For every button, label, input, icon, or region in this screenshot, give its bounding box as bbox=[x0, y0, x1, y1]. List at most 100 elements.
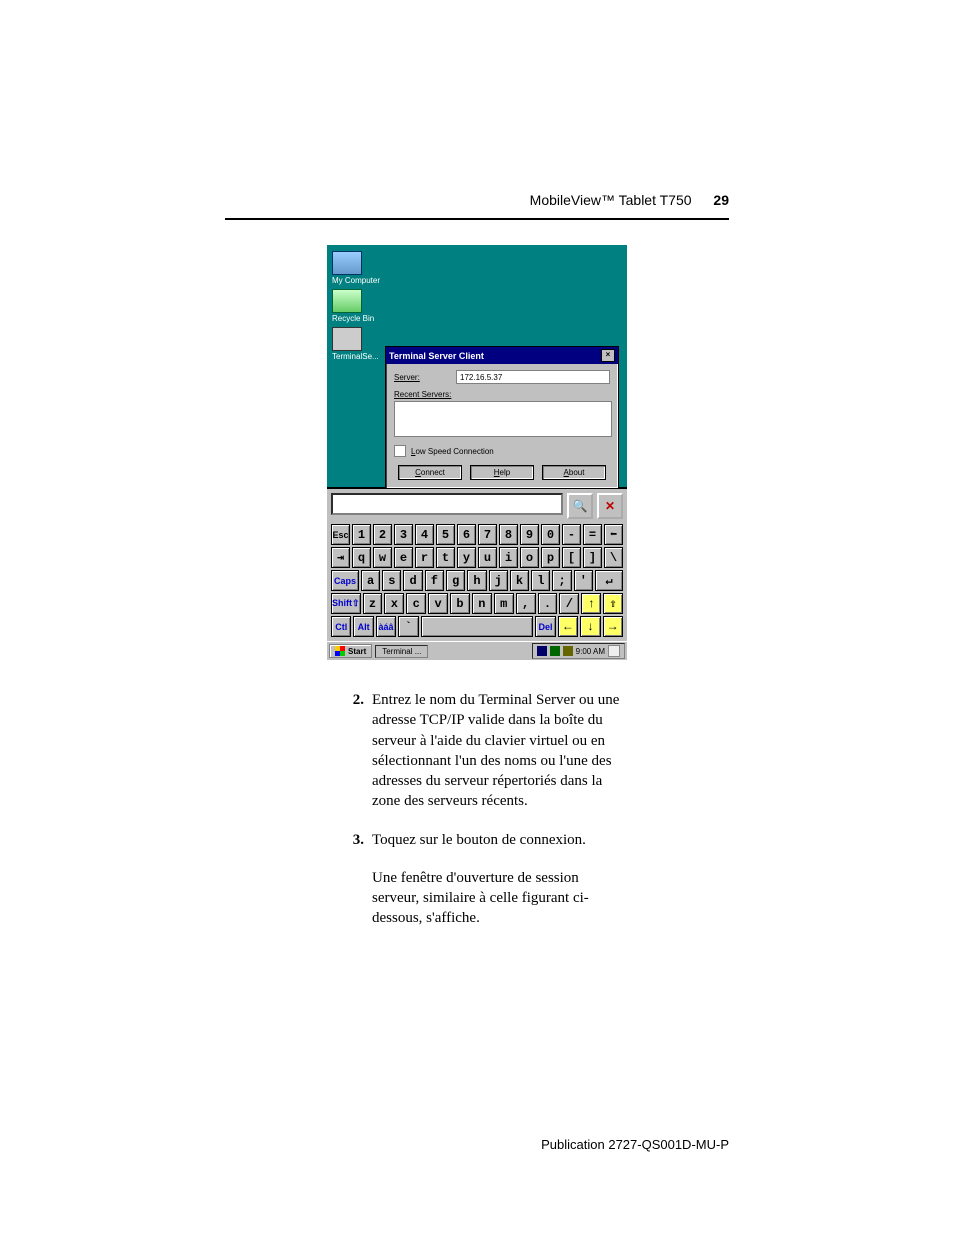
desktop-icon[interactable] bbox=[608, 645, 620, 657]
key-t[interactable]: t bbox=[436, 547, 455, 568]
recycle-bin-label: Recycle Bin bbox=[332, 314, 374, 323]
key-x[interactable]: x bbox=[384, 593, 404, 614]
key-del[interactable]: Del bbox=[535, 616, 555, 637]
key-8[interactable]: 8 bbox=[499, 524, 518, 545]
key-ctrl[interactable]: Ctl bbox=[331, 616, 351, 637]
window-body: Server: Recent Servers: Low Speed Connec… bbox=[386, 364, 618, 488]
key-equals[interactable]: = bbox=[583, 524, 602, 545]
recent-servers-list[interactable] bbox=[394, 401, 612, 437]
server-input[interactable] bbox=[456, 370, 610, 384]
close-button[interactable]: × bbox=[601, 349, 615, 362]
key-4[interactable]: 4 bbox=[415, 524, 434, 545]
key-left-arrow[interactable]: ← bbox=[558, 616, 578, 637]
key-space[interactable] bbox=[421, 616, 534, 637]
key-9[interactable]: 9 bbox=[520, 524, 539, 545]
windows-logo-icon bbox=[335, 646, 345, 656]
key-accents[interactable]: àáâ bbox=[376, 616, 396, 637]
key-1[interactable]: 1 bbox=[352, 524, 371, 545]
key-esc[interactable]: Esc bbox=[331, 524, 350, 545]
key-k[interactable]: k bbox=[510, 570, 529, 591]
key-i[interactable]: i bbox=[499, 547, 518, 568]
tray-icon-2[interactable] bbox=[550, 646, 560, 656]
connect-button[interactable]: Connect bbox=[398, 465, 462, 480]
about-button[interactable]: About bbox=[542, 465, 606, 480]
magnify-icon[interactable]: 🔍 bbox=[567, 493, 593, 519]
recycle-bin-icon[interactable]: Recycle Bin bbox=[327, 289, 412, 323]
start-button[interactable]: Start bbox=[329, 644, 372, 658]
key-2[interactable]: 2 bbox=[373, 524, 392, 545]
clock: 9:00 AM bbox=[576, 647, 605, 656]
key-z[interactable]: z bbox=[363, 593, 383, 614]
key-u[interactable]: u bbox=[478, 547, 497, 568]
key-f[interactable]: f bbox=[425, 570, 444, 591]
start-label: Start bbox=[348, 647, 366, 656]
key-shift[interactable]: Shift⇧ bbox=[331, 593, 361, 614]
key-s[interactable]: s bbox=[382, 570, 401, 591]
help-button[interactable]: Help bbox=[470, 465, 534, 480]
key-a[interactable]: a bbox=[361, 570, 380, 591]
low-speed-row[interactable]: Low Speed Connection bbox=[394, 445, 610, 457]
low-speed-checkbox[interactable] bbox=[394, 445, 406, 457]
key-e[interactable]: e bbox=[394, 547, 413, 568]
key-l[interactable]: l bbox=[531, 570, 550, 591]
key-g[interactable]: g bbox=[446, 570, 465, 591]
computer-icon bbox=[332, 251, 362, 275]
key-backtick[interactable]: ` bbox=[398, 616, 418, 637]
titlebar[interactable]: Terminal Server Client × bbox=[386, 347, 618, 364]
system-tray[interactable]: 9:00 AM bbox=[532, 643, 625, 659]
key-backspace[interactable]: ⬅ bbox=[604, 524, 623, 545]
key-w[interactable]: w bbox=[373, 547, 392, 568]
low-speed-label: Low Speed Connection bbox=[411, 447, 494, 456]
tray-icon-1[interactable] bbox=[537, 646, 547, 656]
key-period[interactable]: . bbox=[538, 593, 558, 614]
key-o[interactable]: o bbox=[520, 547, 539, 568]
key-v[interactable]: v bbox=[428, 593, 448, 614]
server-label: Server: bbox=[394, 373, 456, 382]
key-semicolon[interactable]: ; bbox=[552, 570, 571, 591]
key-down-arrow[interactable]: ↓ bbox=[580, 616, 600, 637]
key-p[interactable]: p bbox=[541, 547, 560, 568]
taskbar-item-terminal[interactable]: Terminal ... bbox=[375, 645, 428, 658]
key-slash[interactable]: / bbox=[559, 593, 579, 614]
keyboard-row-1: Esc 1 2 3 4 5 6 7 8 9 0 - = ⬅ bbox=[330, 523, 624, 546]
key-n[interactable]: n bbox=[472, 593, 492, 614]
key-3[interactable]: 3 bbox=[394, 524, 413, 545]
key-shift-right[interactable]: ⇧ bbox=[603, 593, 623, 614]
key-m[interactable]: m bbox=[494, 593, 514, 614]
key-lbracket[interactable]: [ bbox=[562, 547, 581, 568]
key-j[interactable]: j bbox=[489, 570, 508, 591]
key-alt[interactable]: Alt bbox=[353, 616, 373, 637]
key-q[interactable]: q bbox=[352, 547, 371, 568]
key-b[interactable]: b bbox=[450, 593, 470, 614]
key-enter[interactable]: ↵ bbox=[595, 570, 623, 591]
key-comma[interactable]: , bbox=[516, 593, 536, 614]
key-minus[interactable]: - bbox=[562, 524, 581, 545]
key-6[interactable]: 6 bbox=[457, 524, 476, 545]
header-rule bbox=[225, 218, 729, 220]
key-right-arrow[interactable]: → bbox=[603, 616, 623, 637]
key-caps[interactable]: Caps bbox=[331, 570, 359, 591]
key-rbracket[interactable]: ] bbox=[583, 547, 602, 568]
key-apostrophe[interactable]: ' bbox=[574, 570, 593, 591]
key-up-arrow[interactable]: ↑ bbox=[581, 593, 601, 614]
key-h[interactable]: h bbox=[467, 570, 486, 591]
step-3: 3. Toquez sur le bouton de connexion. bbox=[340, 830, 629, 850]
keyboard-row-2: ⇥ q w e r t y u i o p [ ] \ bbox=[330, 546, 624, 569]
my-computer-icon[interactable]: My Computer bbox=[327, 251, 412, 285]
close-icon[interactable]: ✕ bbox=[597, 493, 623, 519]
key-d[interactable]: d bbox=[403, 570, 422, 591]
key-r[interactable]: r bbox=[415, 547, 434, 568]
key-c[interactable]: c bbox=[406, 593, 426, 614]
key-tab[interactable]: ⇥ bbox=[331, 547, 350, 568]
key-backslash[interactable]: \ bbox=[604, 547, 623, 568]
key-y[interactable]: y bbox=[457, 547, 476, 568]
key-7[interactable]: 7 bbox=[478, 524, 497, 545]
tray-icon-3[interactable] bbox=[563, 646, 573, 656]
step-2: 2. Entrez le nom du Terminal Server ou u… bbox=[340, 690, 629, 812]
key-5[interactable]: 5 bbox=[436, 524, 455, 545]
osk-text-field[interactable] bbox=[331, 493, 563, 515]
server-row: Server: bbox=[394, 370, 610, 384]
body-text: 2. Entrez le nom du Terminal Server ou u… bbox=[340, 690, 629, 929]
keyboard-row-4: Shift⇧ z x c v b n m , . / ↑ ⇧ bbox=[330, 592, 624, 615]
key-0[interactable]: 0 bbox=[541, 524, 560, 545]
